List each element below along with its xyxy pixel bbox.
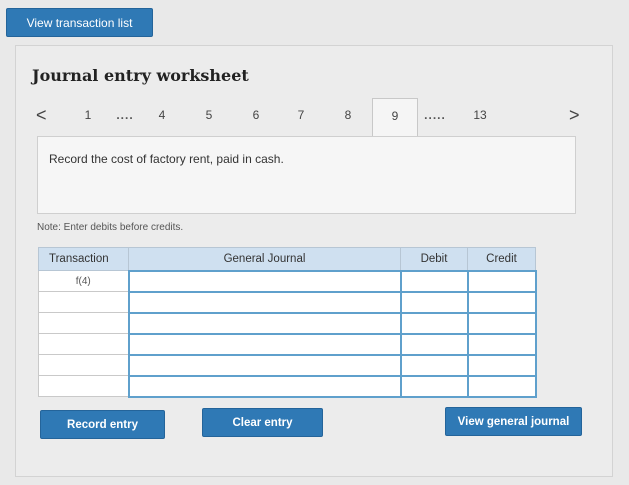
page-1[interactable]: 1 [78,98,98,132]
debit-input[interactable] [399,269,469,293]
page-13[interactable]: 13 [468,98,492,132]
general-journal-input[interactable] [127,332,402,356]
page-ellipsis-2: ..... [424,108,446,122]
debit-input[interactable] [399,290,469,314]
journal-entry-table: Transaction General Journal Debit Credit… [38,247,537,398]
debit-credit-note: Note: Enter debits before credits. [37,222,184,233]
view-general-journal-button[interactable]: View general journal [445,407,582,436]
page-7[interactable]: 7 [291,98,311,132]
header-general-journal: General Journal [128,247,401,271]
header-debit: Debit [400,247,468,271]
page-4[interactable]: 4 [152,98,172,132]
debit-input[interactable] [399,353,469,377]
transaction-cell [38,375,129,397]
worksheet-pager: < 1 .... 4 5 6 7 8 9 ..... 13 > [28,98,593,136]
table-header-row: Transaction General Journal Debit Credit [38,247,536,271]
page-9-active[interactable]: 9 [372,98,418,136]
credit-input[interactable] [466,374,537,398]
table-row [38,374,537,398]
record-entry-button[interactable]: Record entry [40,410,165,439]
header-transaction: Transaction [38,247,129,271]
transaction-cell [38,291,129,313]
table-row [38,353,537,377]
transaction-cell [38,354,129,376]
general-journal-input[interactable] [127,374,402,398]
credit-input[interactable] [466,353,537,377]
debit-input[interactable] [399,332,469,356]
general-journal-input[interactable] [127,353,402,377]
page-5[interactable]: 5 [199,98,219,132]
credit-input[interactable] [466,290,537,314]
clear-entry-button[interactable]: Clear entry [202,408,323,437]
table-row [38,332,537,356]
credit-input[interactable] [466,269,537,293]
page-8[interactable]: 8 [338,98,358,132]
transaction-description-box: Record the cost of factory rent, paid in… [37,136,576,214]
debit-input[interactable] [399,311,469,335]
header-credit: Credit [467,247,536,271]
credit-input[interactable] [466,332,537,356]
debit-input[interactable] [399,374,469,398]
general-journal-input[interactable] [127,290,402,314]
page-ellipsis: .... [116,108,134,122]
transaction-cell [38,312,129,334]
view-transaction-list-button[interactable]: View transaction list [6,8,153,37]
table-row [38,290,537,314]
credit-input[interactable] [466,311,537,335]
transaction-description: Record the cost of factory rent, paid in… [49,152,284,166]
page-6[interactable]: 6 [246,98,266,132]
chevron-left-icon[interactable]: < [36,98,47,132]
transaction-cell: f(4) [38,270,129,292]
table-row [38,311,537,335]
transaction-cell [38,333,129,355]
table-row: f(4) [38,269,537,293]
general-journal-input[interactable] [127,311,402,335]
worksheet-title: Journal entry worksheet [32,66,249,85]
chevron-right-icon[interactable]: > [569,98,580,132]
general-journal-input[interactable] [127,269,402,293]
